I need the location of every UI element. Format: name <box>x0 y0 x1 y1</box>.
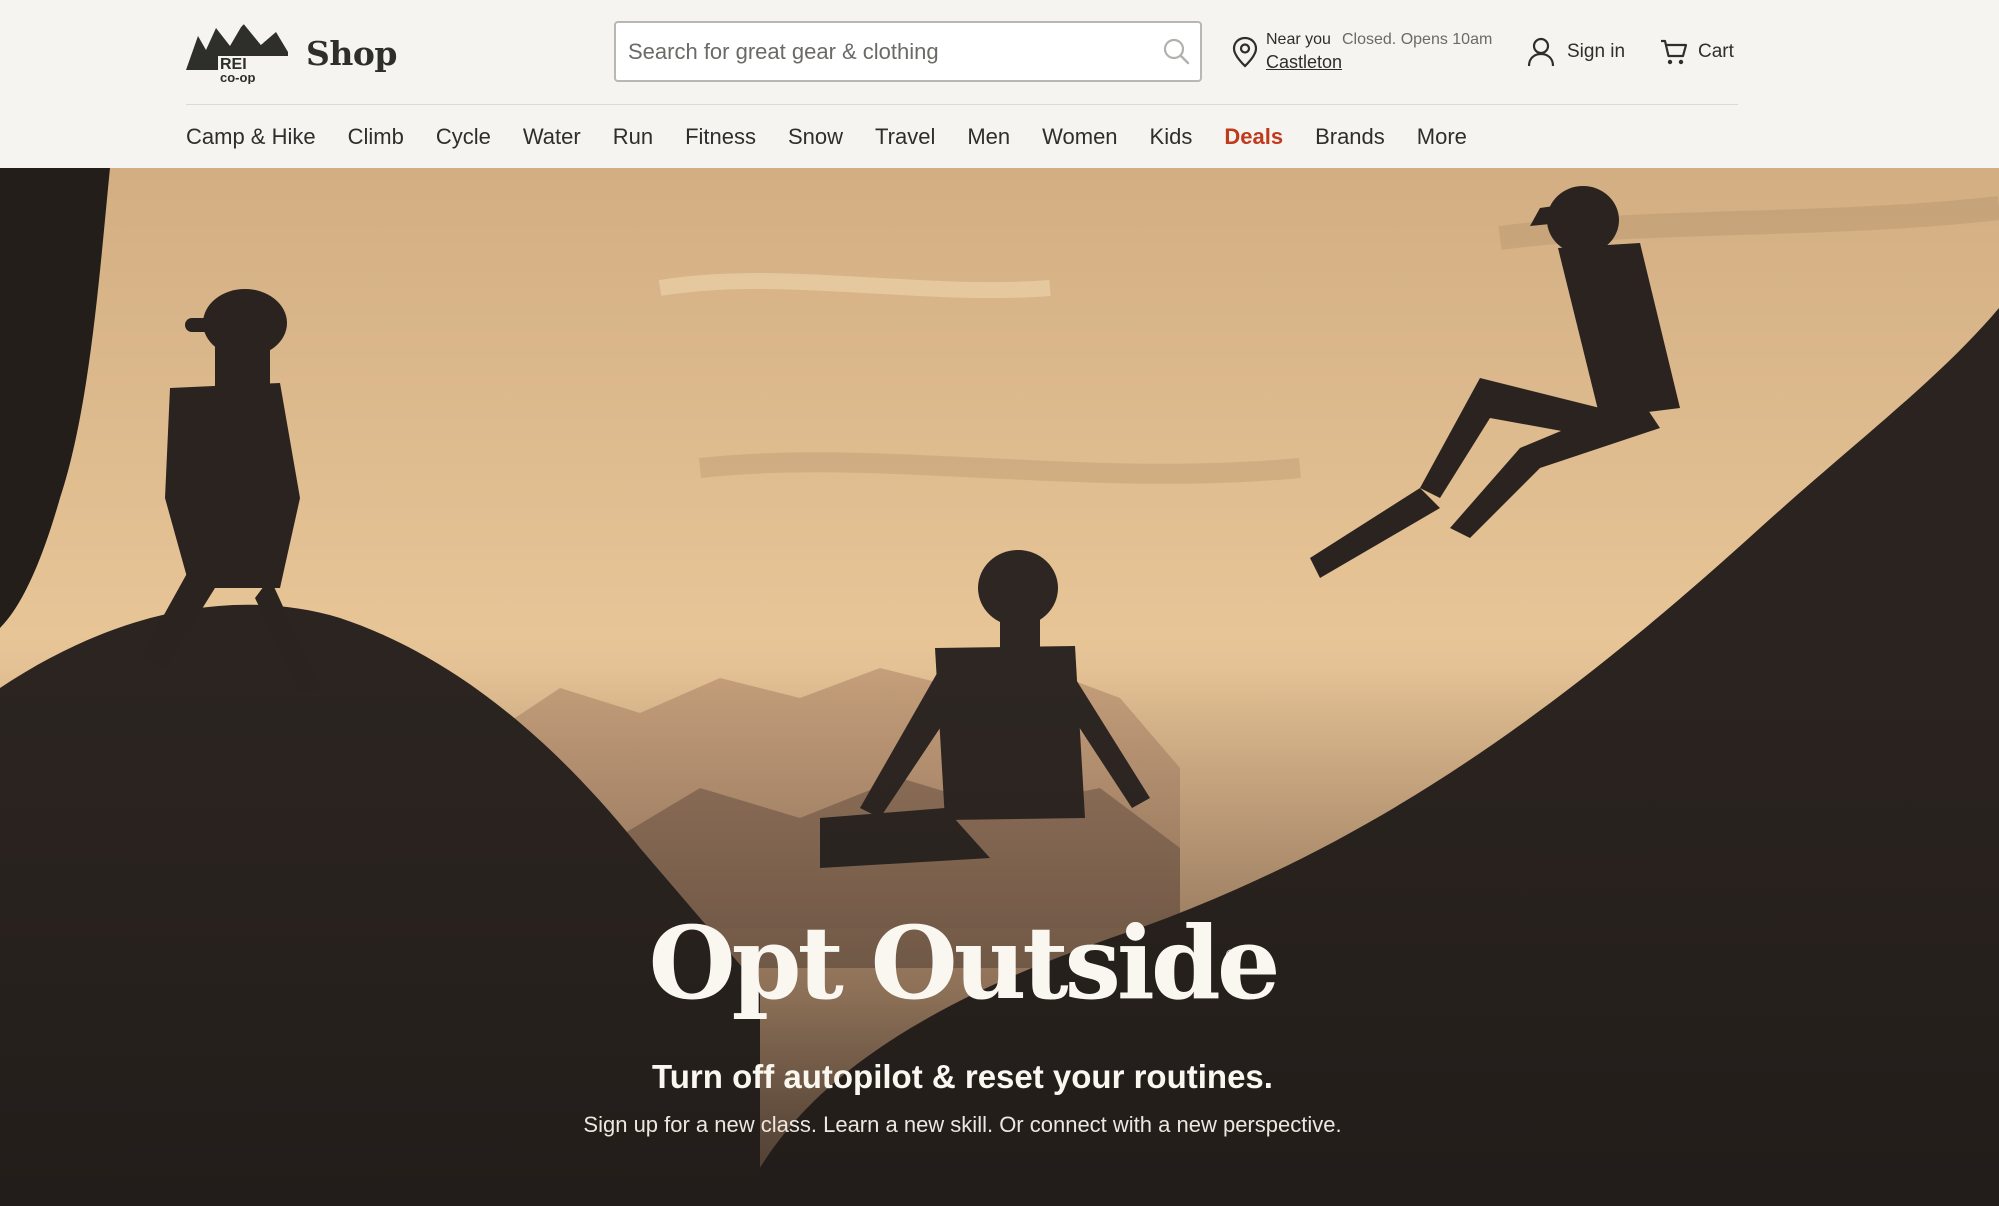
nav-item-cycle[interactable]: Cycle <box>436 124 491 150</box>
hero-title: Opt Outside <box>648 904 1281 1022</box>
user-icon <box>1527 37 1555 67</box>
search-icon[interactable] <box>1162 37 1190 65</box>
hero-description: Sign up for a new class. Learn a new ski… <box>583 1112 1342 1137</box>
search-input[interactable] <box>628 23 1148 80</box>
nav-item-brands[interactable]: Brands <box>1315 124 1385 150</box>
map-pin-icon <box>1232 36 1258 68</box>
nav-item-camp-hike[interactable]: Camp & Hike <box>186 124 316 150</box>
sign-in-link[interactable]: Sign in <box>1527 36 1625 68</box>
registered-mark: ® <box>1226 946 1237 962</box>
nav-item-more[interactable]: More <box>1417 124 1467 150</box>
rei-logo[interactable]: REI co-op <box>186 18 288 84</box>
nav-item-kids[interactable]: Kids <box>1150 124 1193 150</box>
cart-icon <box>1661 39 1688 65</box>
header-divider <box>186 104 1738 105</box>
nav-item-snow[interactable]: Snow <box>788 124 843 150</box>
store-hours-status: Closed. Opens 10am <box>1342 31 1493 48</box>
near-you-label: Near you <box>1266 31 1331 48</box>
cart-link[interactable]: Cart <box>1660 36 1734 68</box>
hero-subtitle: Turn off autopilot & reset your routines… <box>652 1058 1273 1095</box>
svg-text:co-op: co-op <box>220 70 255 84</box>
store-link[interactable]: Castleton <box>1266 52 1342 73</box>
sign-in-label: Sign in <box>1567 41 1626 62</box>
nav-item-run[interactable]: Run <box>613 124 653 150</box>
rei-coop-logo-icon: REI co-op <box>186 19 288 84</box>
search-box <box>614 21 1202 82</box>
nav-item-climb[interactable]: Climb <box>348 124 404 150</box>
site-header: REI co-op Shop Near you Closed. Opens 10… <box>0 0 1999 168</box>
nav-item-travel[interactable]: Travel <box>875 124 935 150</box>
nav-item-men[interactable]: Men <box>967 124 1010 150</box>
nav-item-fitness[interactable]: Fitness <box>685 124 756 150</box>
cart-label: Cart <box>1698 41 1734 62</box>
shop-label[interactable]: Shop <box>306 34 397 73</box>
nav-item-deals[interactable]: Deals <box>1224 124 1283 150</box>
hero-banner[interactable]: Opt Outside ® Turn off autopilot & reset… <box>0 168 1999 1206</box>
hero-image <box>0 168 1999 1206</box>
nav-item-women[interactable]: Women <box>1042 124 1117 150</box>
nav-item-water[interactable]: Water <box>523 124 581 150</box>
main-nav: Camp & Hike Climb Cycle Water Run Fitnes… <box>186 120 1499 154</box>
